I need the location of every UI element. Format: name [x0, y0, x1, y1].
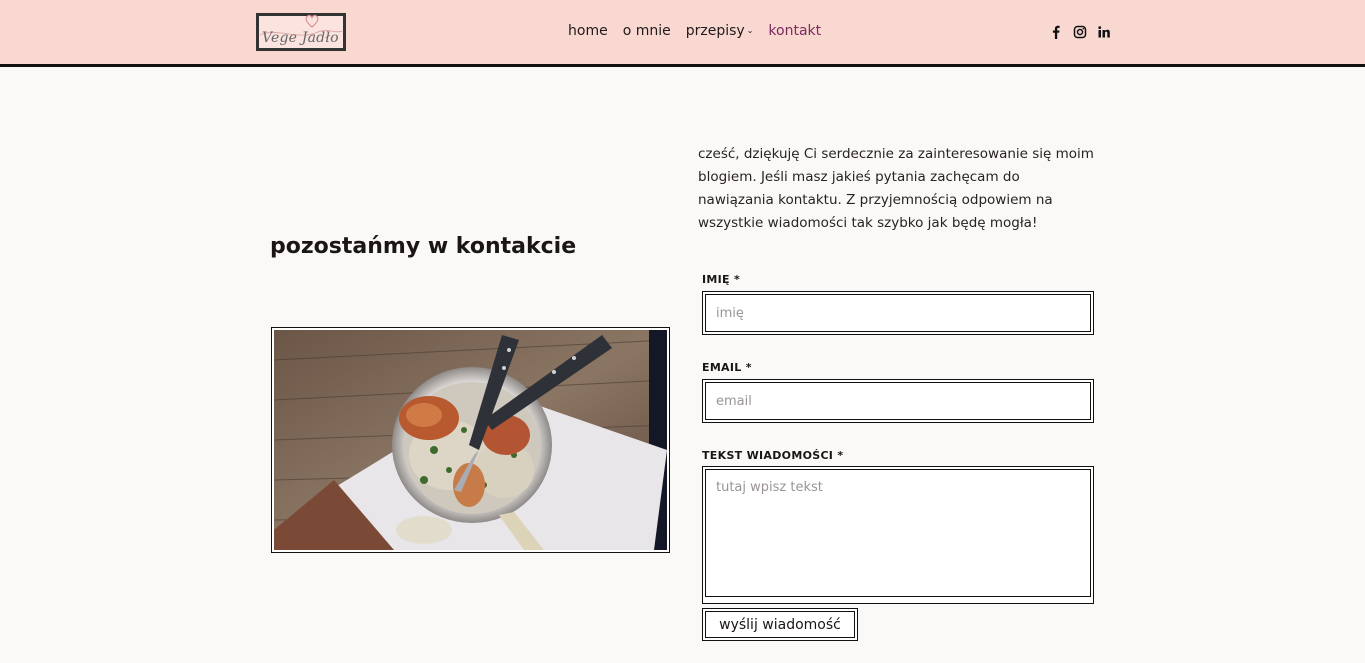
nav-home[interactable]: home — [568, 23, 608, 39]
linkedin-icon[interactable] — [1097, 24, 1111, 38]
submit-button[interactable]: wyślij wiadomość — [705, 611, 855, 638]
instagram-icon[interactable] — [1073, 24, 1087, 39]
section-title: pozostańmy w kontakcie — [270, 234, 577, 259]
name-field-frame — [702, 291, 1094, 335]
facebook-icon[interactable] — [1049, 24, 1063, 39]
submit-frame: wyślij wiadomość — [702, 608, 858, 641]
name-label: IMIĘ * — [702, 273, 741, 286]
site-header: Vege Jadło home o mnie przepisy ⌄ kontakt — [0, 0, 1365, 67]
name-input[interactable] — [705, 294, 1091, 332]
food-photo — [271, 327, 670, 553]
logo[interactable]: Vege Jadło — [256, 13, 346, 51]
chevron-down-icon: ⌄ — [746, 26, 754, 35]
social-links — [1049, 24, 1111, 39]
intro-text: cześć, dziękuję Ci serdecznie za zainter… — [698, 146, 1094, 231]
message-textarea[interactable] — [705, 469, 1091, 597]
message-label: TEKST WIADOMOŚCI * — [702, 449, 844, 462]
email-input[interactable] — [705, 382, 1091, 420]
email-label: EMAIL * — [702, 361, 752, 374]
logo-text: Vege Jadło — [262, 30, 339, 46]
email-field-frame — [702, 379, 1094, 423]
nav-o-mnie[interactable]: o mnie — [623, 23, 671, 39]
main-nav: home o mnie przepisy ⌄ kontakt — [568, 23, 821, 39]
nav-przepisy[interactable]: przepisy ⌄ — [686, 23, 754, 39]
food-image — [274, 330, 667, 550]
nav-przepisy-label: przepisy — [685, 23, 745, 39]
message-field-frame — [702, 466, 1094, 604]
nav-kontakt[interactable]: kontakt — [768, 23, 821, 39]
